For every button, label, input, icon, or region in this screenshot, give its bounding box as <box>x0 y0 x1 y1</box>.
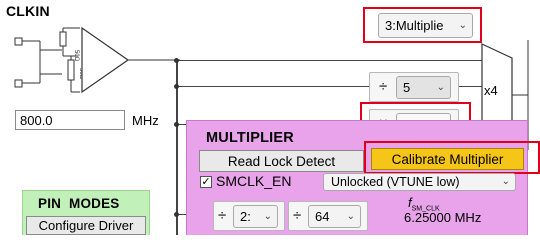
wire-node-4 <box>174 212 179 217</box>
clkin-frequency-unit: MHz <box>132 113 159 128</box>
smclk-div-value-1: 2: <box>240 209 251 224</box>
smclk-en-label: SMCLK_EN <box>216 173 292 189</box>
divide-icon: ÷ <box>293 207 302 224</box>
multiplier-mode-value: 3:Multiplie <box>385 18 444 33</box>
read-lock-detect-button[interactable]: Read Lock Detect <box>199 150 364 172</box>
multiplier-title: MULTIPLIER <box>206 130 294 146</box>
clkin-frequency-input[interactable]: 800.0 <box>15 110 125 130</box>
svg-text:50Ω: 50Ω <box>73 50 79 62</box>
smclk-div-select-2[interactable]: 64 ⌄ <box>308 205 361 228</box>
lock-status-value: Unlocked (VTUNE low) <box>331 175 460 189</box>
chevron-down-icon: ⌄ <box>346 210 355 222</box>
smclk-en-checkbox[interactable]: ✓ <box>200 176 212 188</box>
chevron-down-icon: ⌄ <box>436 81 445 93</box>
multiplier-mode-select[interactable]: 3:Multiplie ⌄ <box>378 13 473 38</box>
clkin-title: CLKIN <box>6 3 50 19</box>
chevron-down-icon: ⌄ <box>458 19 467 31</box>
divider-select-1[interactable]: 5 ⌄ <box>396 76 451 99</box>
divide-icon: ÷ <box>218 207 227 224</box>
smclk-div-value-2: 64 <box>315 209 330 224</box>
calibrate-multiplier-button[interactable]: Calibrate Multiplier <box>371 148 524 170</box>
fsm-clk-value: 6.25000 MHz <box>404 210 482 225</box>
divider-row-1: ÷ 5 ⌄ <box>369 72 459 102</box>
lock-status-select[interactable]: Unlocked (VTUNE low) ⌄ <box>323 173 516 191</box>
clkin-input-schematic-icon: 50Ω 50Ω <box>14 26 180 94</box>
chevron-down-icon: ⌄ <box>501 175 510 187</box>
divide-icon: ÷ <box>379 78 388 95</box>
wire-node-2 <box>174 84 179 89</box>
x4-label: x4 <box>484 83 498 98</box>
configure-driver-button[interactable]: Configure Driver <box>26 216 146 235</box>
smclk-div-group-1: ÷ 2: ⌄ <box>213 201 285 231</box>
divider-value-1: 5 <box>403 80 411 95</box>
smclk-div-group-2: ÷ 64 ⌄ <box>288 201 368 231</box>
pin-modes-title: PIN MODES <box>38 196 120 211</box>
smclk-div-select-1[interactable]: 2: ⌄ <box>233 205 278 228</box>
wire-node-3 <box>174 122 179 127</box>
clock-config-panel: CLKIN 50Ω 50Ω 800.0 MHz x4 3:Multiplie ⌄… <box>0 0 540 235</box>
chevron-down-icon: ⌄ <box>263 210 272 222</box>
wire-node-1 <box>174 58 179 63</box>
wire-top <box>178 60 482 61</box>
